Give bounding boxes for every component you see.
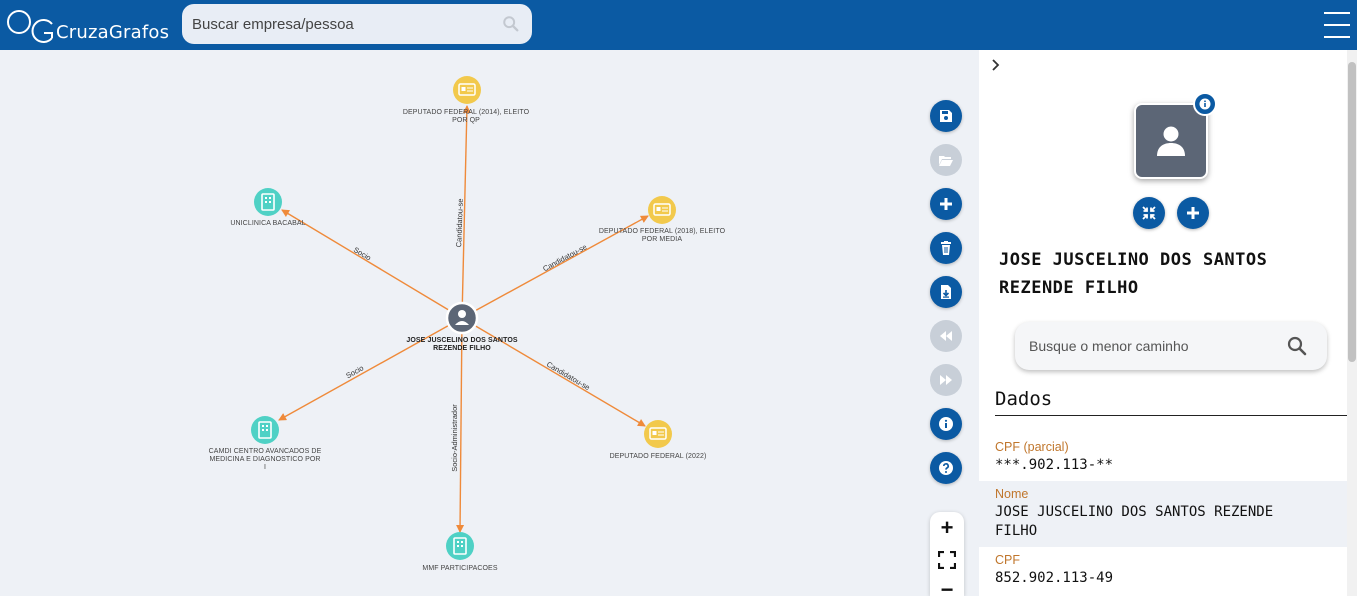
node-dep2018[interactable]: [648, 196, 676, 224]
trash-icon: [941, 241, 951, 255]
panel-scrollbar[interactable]: [1347, 50, 1357, 596]
chevron-right-icon[interactable]: [989, 58, 1003, 72]
node-label-camdi: CAMDI CENTRO AVANCADOS DE MEDICINA E DIAG…: [208, 448, 322, 471]
add-button[interactable]: [930, 188, 962, 220]
node-uniclinica[interactable]: [254, 188, 282, 216]
folder-open-icon: [939, 156, 953, 166]
avatar: [1134, 103, 1208, 179]
help-button[interactable]: [930, 452, 962, 484]
redo-button[interactable]: [930, 364, 962, 396]
search-input[interactable]: [192, 13, 492, 35]
zoom-control: + −: [930, 512, 964, 596]
shortest-path-input[interactable]: [1029, 336, 1279, 356]
info-button[interactable]: [930, 408, 962, 440]
fit-icon: [938, 551, 956, 569]
menu-icon[interactable]: [1324, 10, 1350, 40]
field-label: Nome: [995, 487, 1029, 501]
logo[interactable]: CruzaGrafos: [6, 8, 170, 44]
shortest-path-search[interactable]: [1015, 322, 1327, 370]
delete-button[interactable]: [930, 232, 962, 264]
info-badge-icon[interactable]: [1193, 92, 1217, 116]
field-nome: Nome JOSE JUSCELINO DOS SANTOS REZENDE F…: [979, 481, 1347, 547]
fit-view-button[interactable]: [930, 546, 964, 574]
edge-label-mmf: Socio-Administrador: [450, 404, 459, 472]
node-camdi[interactable]: [251, 416, 279, 444]
expand-node-button[interactable]: [1133, 197, 1165, 229]
details-panel: JOSE JUSCELINO DOS SANTOS REZENDE FILHO …: [979, 50, 1347, 596]
info-icon: [939, 417, 953, 431]
save-icon: [940, 110, 952, 122]
field-cpf: CPF 852.902.113-49: [979, 547, 1347, 596]
export-button[interactable]: [930, 276, 962, 308]
logo-text: CruzaGrafos: [56, 22, 170, 43]
node-dep2022[interactable]: [644, 420, 672, 448]
node-label-center: JOSE JUSCELINO DOS SANTOS REZENDE FILHO: [406, 337, 518, 352]
open-folder-button[interactable]: [930, 144, 962, 176]
node-label-uniclinica: UNICLINICA BACABAL: [230, 220, 306, 227]
edge-label-dep2014: Candidatou-se: [454, 198, 465, 247]
section-title-dados: Dados: [995, 388, 1347, 416]
search-icon[interactable]: [502, 15, 520, 33]
field-cpf-parcial: CPF (parcial) ***.902.113-**: [979, 436, 1347, 482]
edge-label-dep2018: Candidatou-se: [541, 242, 588, 273]
top-bar: CruzaGrafos: [0, 0, 1357, 50]
search-icon[interactable]: [1287, 336, 1307, 356]
collapse-arrows-icon: [1142, 206, 1156, 220]
undo-button[interactable]: [930, 320, 962, 352]
graph-svg: Candidatou-se Candidatou-se Candidatou-s…: [251, 76, 676, 560]
field-value: JOSE JUSCELINO DOS SANTOS REZENDE FILHO: [995, 504, 1274, 539]
node-mmf[interactable]: [446, 532, 474, 560]
add-node-button[interactable]: [1177, 197, 1209, 229]
search-box[interactable]: [182, 4, 532, 44]
fast-forward-icon: [940, 375, 952, 385]
field-label: CPF (parcial): [995, 440, 1069, 454]
edge-camdi: [278, 317, 463, 421]
plus-icon: [1187, 207, 1199, 219]
question-icon: [939, 461, 953, 475]
edge-label-uniclinica: Socio: [352, 245, 373, 262]
node-center-person[interactable]: [445, 301, 479, 335]
node-label-dep2018: DEPUTADO FEDERAL (2018), ELEITO POR MEDIA: [598, 228, 726, 243]
zoom-out-button[interactable]: −: [930, 576, 964, 596]
edge-labels: Candidatou-se Candidatou-se Candidatou-s…: [344, 198, 591, 471]
rewind-icon: [940, 331, 952, 341]
plus-icon: [940, 198, 952, 210]
person-name: JOSE JUSCELINO DOS SANTOS REZENDE FILHO: [999, 250, 1268, 298]
node-label-mmf: MMF PARTICIPACOES: [422, 565, 498, 572]
field-label: CPF: [995, 553, 1020, 567]
edge-label-dep2022: Candidatou-se: [545, 360, 592, 393]
person-icon: [1157, 126, 1185, 156]
node-label-dep2014: DEPUTADO FEDERAL (2014), ELEITO POR QP: [402, 109, 530, 124]
graph-canvas[interactable]: Candidatou-se Candidatou-se Candidatou-s…: [0, 50, 978, 596]
scrollbar-thumb[interactable]: [1348, 62, 1356, 362]
node-dep2014[interactable]: [453, 76, 481, 104]
person-icon: [458, 310, 466, 318]
node-label-dep2022: DEPUTADO FEDERAL (2022): [609, 453, 707, 460]
save-button[interactable]: [930, 100, 962, 132]
file-download-icon: [941, 285, 951, 299]
field-value: 852.902.113-49: [995, 570, 1114, 586]
field-value: ***.902.113-**: [995, 457, 1114, 473]
logo-mark-icon: [7, 10, 53, 43]
zoom-in-button[interactable]: +: [930, 514, 964, 542]
